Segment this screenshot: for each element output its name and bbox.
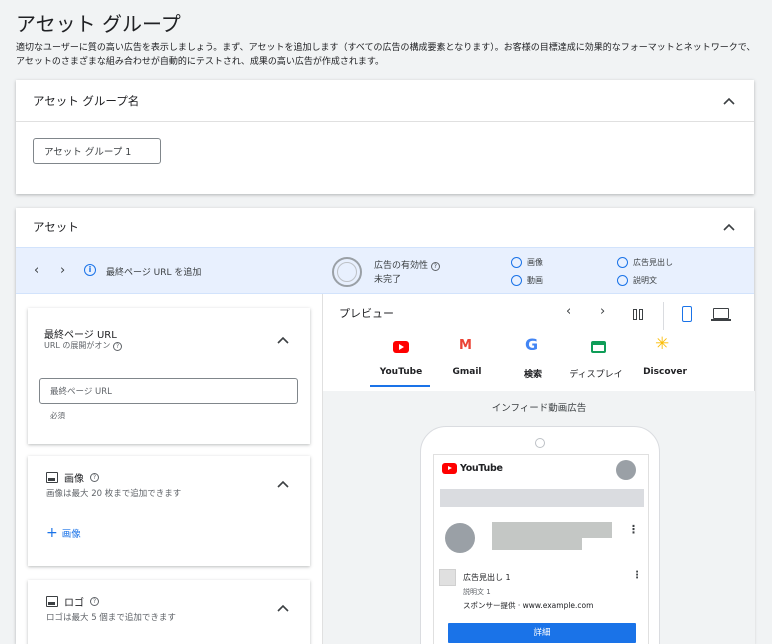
ad-strength-label: 広告の有効性 ? [374,258,440,271]
ad-thumb [439,569,456,586]
ad-strength-value: 未完了 [374,275,402,285]
collapse-asset-group-name-button[interactable] [719,91,739,111]
help-icon[interactable]: ? [90,597,99,606]
youtube-icon [442,463,457,474]
divider [16,121,754,122]
final-url-title: 最終ページ URL [44,330,117,341]
final-url-card: 最終ページ URL URL の展開がオン ? 最終ページ URL 必須 [28,308,310,444]
collapse-final-url-button[interactable] [273,330,293,350]
cta-button[interactable]: 詳細 [448,623,636,643]
chevron-up-icon [723,223,735,231]
phone-camera [535,438,545,448]
plus-icon: + [46,525,58,541]
assets-card: アセット ‹ › i 最終ページ URL を追加 広告の有効性 ? 未完了 画像… [16,208,755,644]
logo-title: ロゴ ? [46,594,99,609]
logo-card: ロゴ ? ロゴは最大 5 個まで追加できます [28,580,310,644]
info-icon: i [84,264,96,276]
google-search-icon[interactable]: G [525,335,538,354]
mobile-view-icon[interactable] [682,306,692,322]
next-arrow-icon[interactable]: › [60,263,65,278]
channel-avatar [445,523,475,553]
asset-group-name-value: アセット グループ 1 [44,147,132,158]
preview-next-icon[interactable]: › [600,304,605,319]
tab-gmail[interactable]: Gmail [439,367,495,377]
more-vert-icon[interactable]: ⋮ [632,570,642,581]
preview-title: プレビュー [339,307,394,320]
youtube-logo: YouTube [442,463,503,474]
asset-group-name-card: アセット グループ名 アセット グループ 1 [16,80,754,194]
final-url-helper: 必須 [50,411,65,420]
add-final-url-link[interactable]: 最終ページ URL を追加 [106,265,201,278]
preview-panel: プレビュー ‹ › M G ✳ YouTube Gmail 検索 ディスプレイ … [322,294,755,644]
placeholder-bar [440,489,644,507]
image-icon [46,472,58,483]
help-icon[interactable]: ? [112,342,122,351]
check-headline: 広告見出し [617,257,673,268]
chevron-up-icon [277,604,289,612]
ad-strength-gauge [332,257,362,287]
check-image: 画像 [511,257,543,268]
divider [663,302,664,330]
check-video: 動画 [511,275,543,286]
preview-format-label: インフィード動画広告 [491,403,587,414]
final-url-input[interactable]: 最終ページ URL [39,378,298,404]
preview-prev-icon[interactable]: ‹ [566,304,571,319]
page-title: アセット グループ [16,12,181,36]
gmail-icon[interactable]: M [459,338,472,353]
display-icon[interactable] [591,341,606,353]
chevron-up-icon [277,336,289,344]
prev-arrow-icon[interactable]: ‹ [34,263,39,278]
tab-search[interactable]: 検索 [505,367,561,380]
chevron-up-icon [277,480,289,488]
phone-mockup: YouTube ⋮ 広告見出し 1 説明文 1 スポンサー提供 · www.ex… [420,426,660,644]
tab-youtube-indicator [370,385,430,387]
logo-subtitle: ロゴは最大 5 個まで追加できます [46,613,176,623]
columns-icon[interactable] [633,309,645,320]
avatar [616,460,636,480]
image-icon [46,596,58,607]
help-icon[interactable]: ? [90,473,99,482]
ad-headline: 広告見出し 1 [463,573,511,582]
collapse-logo-button[interactable] [273,598,293,618]
asset-toolbar: ‹ › i 最終ページ URL を追加 広告の有効性 ? 未完了 画像 広告見出… [16,247,754,294]
asset-group-name-header: アセット グループ名 [33,94,140,108]
collapse-image-button[interactable] [273,474,293,494]
assets-header: アセット [33,220,79,234]
image-subtitle: 画像は最大 20 枚まで追加できます [46,489,182,499]
empty-circle-icon [617,275,628,286]
more-vert-icon[interactable]: ⋮ [628,523,639,536]
tab-youtube[interactable]: YouTube [373,367,429,377]
help-icon[interactable]: ? [430,262,440,271]
check-description: 説明文 [617,275,657,286]
tab-display[interactable]: ディスプレイ [563,367,629,380]
discover-icon[interactable]: ✳ [655,334,669,354]
placeholder-subtitle [492,538,582,550]
final-url-subtitle: URL の展開がオン ? [44,340,122,351]
desktop-view-icon[interactable] [711,308,731,321]
chevron-up-icon [723,97,735,105]
add-image-button[interactable]: + 画像 [46,526,81,540]
collapse-assets-button[interactable] [719,217,739,237]
ad-description: 説明文 1 [463,588,491,596]
tab-discover[interactable]: Discover [635,367,695,377]
ad-sponsor: スポンサー提供 · www.example.com [463,601,594,610]
image-title: 画像 ? [46,470,99,485]
page-description: 適切なユーザーに質の高い広告を表示しましょう。まず、アセットを追加します（すべて… [16,43,756,67]
empty-circle-icon [617,257,628,268]
empty-circle-icon [511,275,522,286]
placeholder-title [492,522,612,538]
youtube-icon[interactable] [393,341,409,353]
image-card: 画像 ? 画像は最大 20 枚まで追加できます + 画像 [28,456,310,566]
phone-screen: YouTube ⋮ 広告見出し 1 説明文 1 スポンサー提供 · www.ex… [433,454,649,644]
empty-circle-icon [511,257,522,268]
asset-group-name-input[interactable]: アセット グループ 1 [33,138,161,164]
preview-canvas: インフィード動画広告 YouTube ⋮ 広告見出し 1 説明文 1 スポンサー… [323,391,755,644]
